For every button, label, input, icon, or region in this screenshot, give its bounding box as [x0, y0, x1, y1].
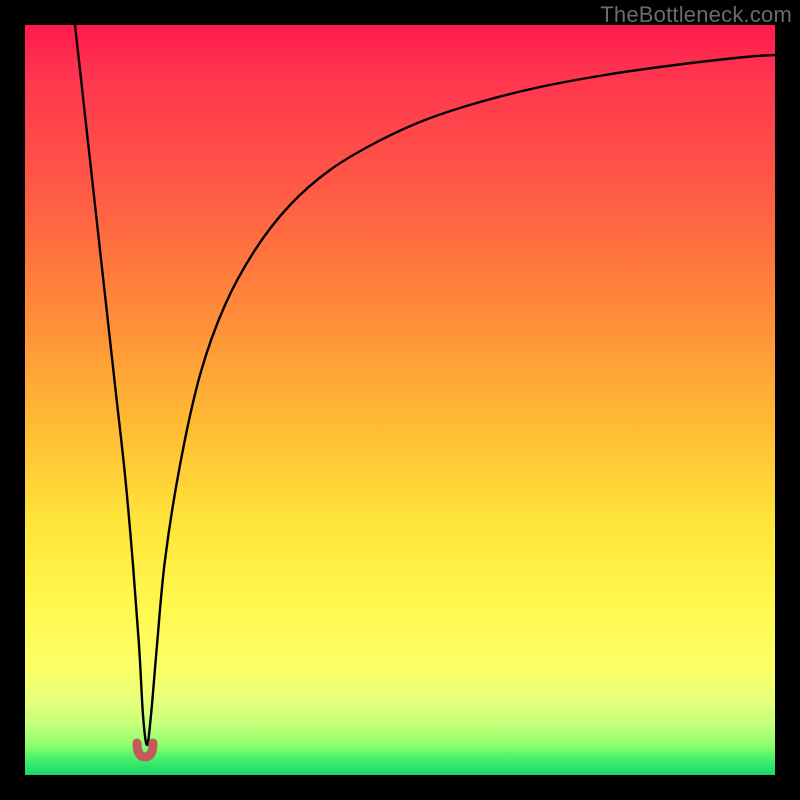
watermark-text: TheBottleneck.com	[600, 2, 792, 28]
bottleneck-curve	[75, 25, 775, 745]
chart-frame: TheBottleneck.com	[0, 0, 800, 800]
chart-svg	[25, 25, 775, 775]
trough-marker	[137, 743, 153, 757]
plot-area	[25, 25, 775, 775]
